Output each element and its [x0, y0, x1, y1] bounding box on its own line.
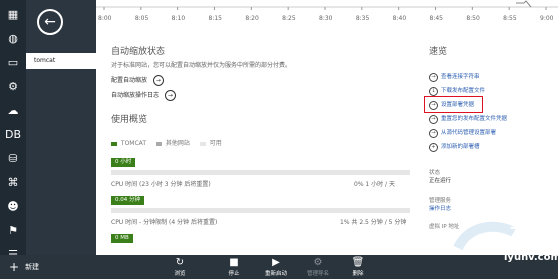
browse-button[interactable]: ↻ 浏览	[162, 257, 198, 277]
usage-chart: 8:00 8:05 8:10 8:15 8:20 8:25 8:30 8:35 8:40 8:45…	[96, 0, 558, 22]
db-icon[interactable]: DB	[3, 126, 23, 144]
quick-link-reset-profile[interactable]: → 重置您的发布配置文件凭据	[429, 114, 507, 124]
bottom-command-bar: + 新建 ↻ 浏览 ■ 停止 ▶ 重新启动 ⚙ 管理导名 🗑 删除	[0, 255, 558, 279]
back-arrow-icon[interactable]: ←	[37, 9, 63, 35]
admin-value[interactable]: 操作日志	[429, 204, 451, 212]
quick-link-source-control[interactable]: → 从源代码管理设置部署	[429, 128, 496, 138]
usage-label-1: CPU 时间 (23 小时 3 分钟 后将重置)	[111, 181, 211, 188]
usage-bar-1	[111, 170, 410, 175]
grid-icon[interactable]: ▦	[3, 6, 23, 24]
chart-tick-label: 8:15	[209, 15, 223, 22]
legend-other: 其他网站	[165, 140, 190, 147]
usage-badge-2: 0.04 分钟	[111, 196, 144, 205]
chart-tick-label: 8:05	[135, 15, 149, 22]
chart-tick-label: 8:50	[466, 15, 480, 22]
status-value: 正在运行	[429, 178, 452, 184]
vm-icon[interactable]: ▭	[3, 54, 23, 72]
sub-panel: ← tomcat	[26, 0, 96, 255]
chart-tick-label: 8:00	[98, 15, 112, 22]
admin-label: 管理服务	[429, 198, 452, 204]
chart-tick-label: 8:35	[356, 15, 370, 22]
chart-tick-label: 9:00	[540, 15, 554, 22]
users-icon[interactable]: ☻	[3, 198, 23, 216]
usage-title: 使用概览	[111, 115, 148, 125]
gear-icon[interactable]: ⚙	[3, 78, 23, 96]
add-icon: +	[429, 143, 438, 152]
vip-label: 虚拟 IP 地址	[429, 224, 460, 230]
usage-bar-2	[111, 208, 410, 213]
usage-value-1: 0% 1 小时 / 天	[354, 181, 395, 188]
usage-badge-3: 0 MB	[111, 234, 133, 243]
arrow-right-icon: →	[429, 129, 438, 138]
usage-legend: TOMCAT 其他网站 可用	[111, 138, 222, 147]
arrow-right-icon: →	[164, 90, 176, 101]
legend-tomcat-swatch	[111, 141, 117, 146]
left-navigation: ▦ ◍ ▭ ⚙ ☁ DB ⛁ ⌘ ☻ ⚑ ☰	[0, 0, 26, 261]
legend-other-swatch	[155, 141, 162, 146]
cloud-icon[interactable]: ☁	[3, 102, 23, 120]
highlight-box	[424, 96, 483, 113]
storage-icon[interactable]: ⛁	[3, 150, 23, 168]
stop-button[interactable]: ■ 停止	[216, 257, 252, 277]
delete-icon: 🗑	[351, 257, 365, 268]
usage-value-2: 1% 共 2.5 分钟 / 5 分钟	[340, 219, 407, 226]
autoscale-log-label: 自动缩放操作日志	[111, 92, 160, 99]
usage-label-2: CPU 时间 - 分钟限制 (4 分钟 后将重置)	[111, 219, 218, 226]
restart-icon: ▶	[272, 257, 280, 268]
download-icon: ↓	[429, 87, 438, 96]
plus-icon: +	[9, 260, 20, 274]
chart-tick-label: 8:25	[282, 15, 296, 22]
chart-tick-label: 8:45	[430, 15, 444, 22]
quick-link-add-slot[interactable]: + 添加新的部署槽	[429, 142, 480, 152]
autoscale-desc: 对于标准网站，您可以配置自动缩放并仅为服务中所需的部分付费。	[111, 62, 292, 69]
legend-free: 可用	[209, 140, 222, 147]
globe-icon[interactable]: ◍	[3, 30, 23, 48]
manage-icon: ⚙	[313, 257, 323, 268]
network-icon[interactable]: ⌘	[3, 174, 23, 192]
quick-link-connection-strings[interactable]: → 查看连接字符串	[429, 72, 480, 82]
site-item-tomcat[interactable]: tomcat	[26, 53, 96, 69]
restart-button[interactable]: ▶ 重新启动	[258, 257, 294, 277]
arrow-right-icon: →	[152, 75, 164, 86]
status-label: 状态	[429, 170, 441, 176]
legend-tomcat: TOMCAT	[120, 140, 146, 147]
delete-button[interactable]: 🗑 删除	[340, 257, 376, 277]
manage-button[interactable]: ⚙ 管理导名	[300, 257, 336, 277]
chart-tick-label: 8:55	[503, 15, 517, 22]
settings-icon[interactable]: ⚑	[3, 222, 23, 240]
autoscale-title: 自动缩放状态	[111, 47, 166, 57]
chart-line	[516, 0, 532, 8]
new-label: 新建	[25, 263, 40, 271]
new-button[interactable]: + 新建	[9, 261, 39, 273]
arrow-right-icon: →	[429, 115, 438, 124]
arrow-right-icon: →	[429, 73, 438, 82]
browse-icon: ↻	[175, 257, 185, 268]
stop-icon: ■	[229, 257, 239, 268]
chart-tick-label: 8:30	[319, 15, 333, 22]
chart-tick-label: 8:10	[172, 15, 186, 22]
configure-autoscale-label: 配置自动缩放	[111, 77, 148, 84]
quick-glance-title: 速览	[429, 47, 448, 57]
usage-badge-1: 0 小时	[111, 158, 136, 167]
chart-tick-label: 8:20	[245, 15, 259, 22]
configure-autoscale-link[interactable]: 配置自动缩放 →	[111, 75, 164, 86]
quick-link-download-profile[interactable]: ↓ 下载发布配置文件	[429, 86, 485, 96]
chart-tick-label: 8:40	[393, 15, 407, 22]
chart-ticks: 8:00 8:05 8:10 8:15 8:20 8:25 8:30 8:35 8:40 8:45…	[98, 7, 554, 22]
legend-free-swatch	[199, 141, 206, 146]
autoscale-log-link[interactable]: 自动缩放操作日志 →	[111, 90, 176, 101]
